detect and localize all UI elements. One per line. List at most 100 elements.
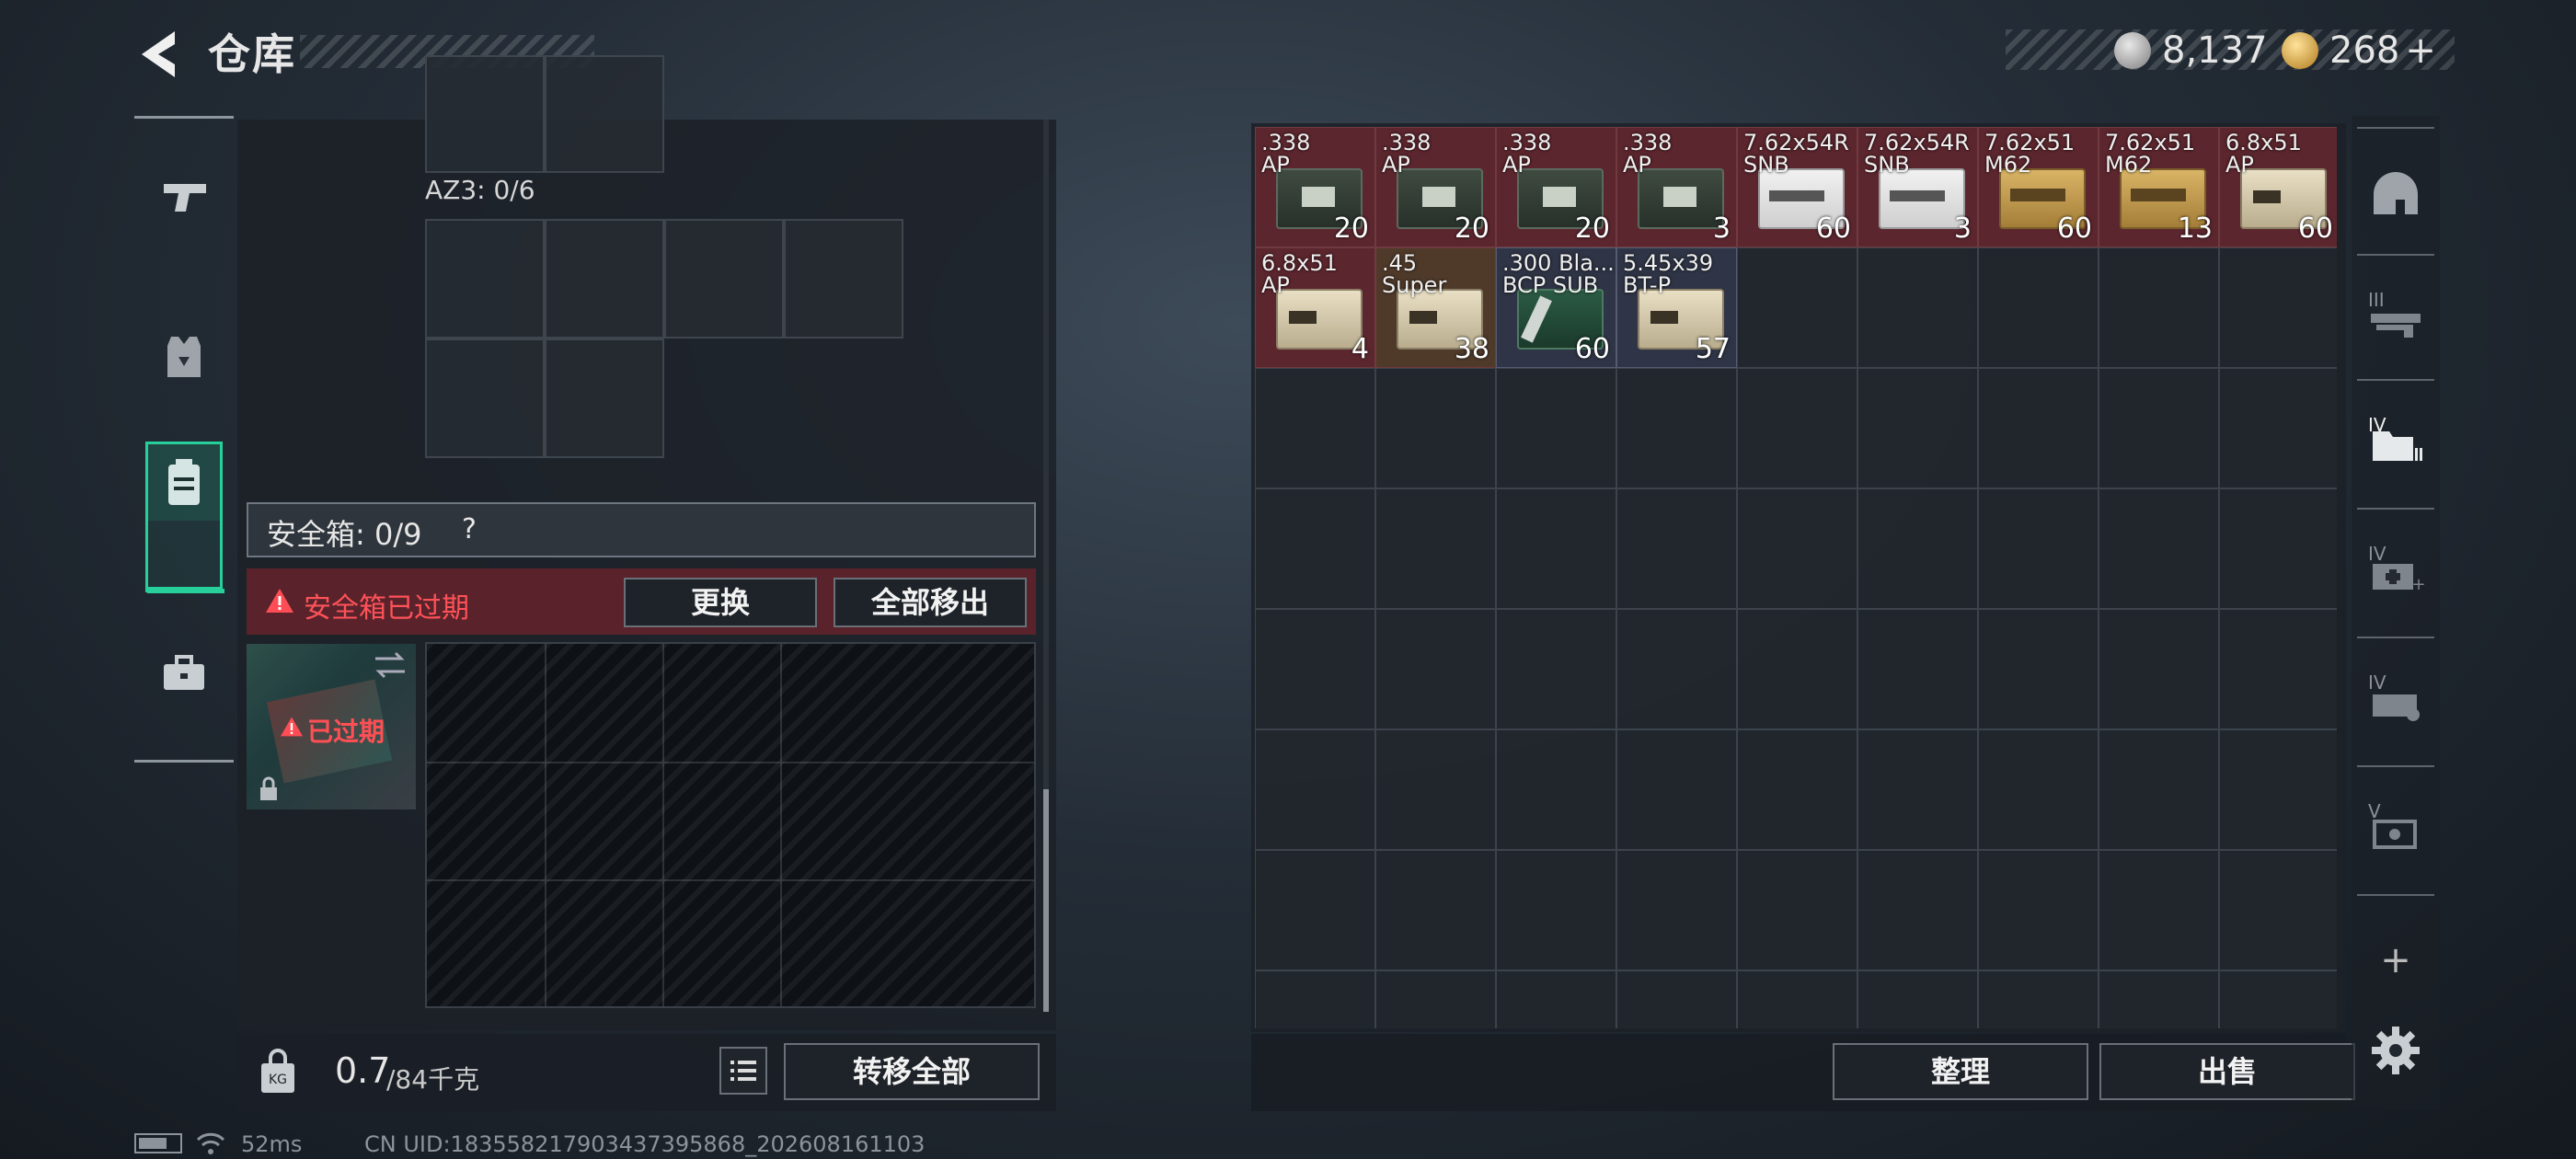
az3-slot[interactable]	[545, 339, 664, 458]
stash-slot[interactable]	[1255, 488, 1375, 609]
stash-slot[interactable]	[1255, 850, 1375, 970]
tab-tool-case[interactable]: IV	[2359, 664, 2432, 738]
stash-slot[interactable]	[1737, 488, 1857, 609]
stash-slot[interactable]	[1616, 850, 1737, 970]
stash-slot[interactable]	[1737, 729, 1857, 850]
loadout-scrollbar-thumb[interactable]	[1043, 789, 1049, 1012]
ammo-item[interactable]: 6.8x51 AP 4	[1255, 247, 1375, 368]
stash-slot[interactable]	[2099, 729, 2219, 850]
stash-slot[interactable]	[2099, 850, 2219, 970]
az3-slot[interactable]	[425, 339, 545, 458]
stash-slot[interactable]	[2219, 609, 2337, 729]
stash-slot[interactable]	[1978, 970, 2099, 1028]
stash-slot[interactable]	[2219, 729, 2337, 850]
gold-currency[interactable]: 268 +	[2282, 28, 2436, 74]
back-button[interactable]	[129, 24, 190, 85]
stash-slot[interactable]	[2219, 850, 2337, 970]
stash-slot[interactable]	[2099, 609, 2219, 729]
stash-slot[interactable]	[1616, 488, 1737, 609]
stash-slot[interactable]	[1737, 850, 1857, 970]
ammo-item[interactable]: .45 Super 38	[1375, 247, 1496, 368]
stash-slot[interactable]	[2099, 488, 2219, 609]
stash-slot[interactable]	[1616, 970, 1737, 1028]
stash-slot[interactable]	[1978, 488, 2099, 609]
ammo-item[interactable]: 7.62x54R SNB 3	[1857, 127, 1978, 247]
stash-slot[interactable]	[1978, 368, 2099, 488]
stash-slot[interactable]	[2219, 970, 2337, 1028]
stash-slot[interactable]	[1375, 850, 1496, 970]
stash-grid[interactable]: .338 AP 20.338 AP 20.338 AP 20.338 AP 3 7.62x…	[1255, 127, 2337, 1028]
tab-ammo-case[interactable]: V	[2359, 793, 2432, 866]
replace-button[interactable]: 更换	[624, 578, 817, 627]
stash-slot[interactable]	[2219, 247, 2337, 368]
ammo-item[interactable]: 7.62x51 M62 60	[1978, 127, 2099, 247]
stash-slot[interactable]	[1857, 247, 1978, 368]
stash-slot[interactable]	[1496, 850, 1616, 970]
transfer-all-button[interactable]: 转移全部	[784, 1043, 1040, 1100]
add-stash-page-button[interactable]: +	[2377, 942, 2414, 979]
ammo-item[interactable]: 7.62x54R SNB 60	[1737, 127, 1857, 247]
secure-box-grid[interactable]	[425, 642, 1036, 1008]
stash-slot[interactable]	[1978, 850, 2099, 970]
tab-weapons[interactable]	[145, 158, 223, 235]
stash-slot[interactable]	[1737, 970, 1857, 1028]
stash-slot[interactable]	[1255, 970, 1375, 1028]
stash-slot[interactable]	[1978, 729, 2099, 850]
add-currency-icon[interactable]: +	[2405, 29, 2436, 72]
stash-slot[interactable]	[1857, 850, 1978, 970]
stash-slot[interactable]	[2099, 970, 2219, 1028]
az3-slot[interactable]	[545, 219, 664, 339]
ammo-item[interactable]: .338 AP 20	[1255, 127, 1375, 247]
stash-slot[interactable]	[1857, 729, 1978, 850]
ammo-item[interactable]: 7.62x51 M62 13	[2099, 127, 2219, 247]
stash-slot[interactable]	[1255, 729, 1375, 850]
sell-button[interactable]: 出售	[2099, 1043, 2355, 1100]
stash-slot[interactable]	[1857, 609, 1978, 729]
stash-slot[interactable]	[1616, 609, 1737, 729]
stash-slot[interactable]	[1496, 729, 1616, 850]
stash-slot[interactable]	[1857, 368, 1978, 488]
stash-slot[interactable]	[1616, 368, 1737, 488]
stash-slot[interactable]	[1375, 368, 1496, 488]
az3-slot[interactable]	[664, 219, 784, 339]
stash-slot[interactable]	[2219, 488, 2337, 609]
stash-slot[interactable]	[2219, 368, 2337, 488]
grid-slot[interactable]	[545, 55, 664, 173]
stash-slot[interactable]	[1857, 970, 1978, 1028]
stash-slot[interactable]	[2099, 247, 2219, 368]
ammo-item[interactable]: .338 AP 20	[1375, 127, 1496, 247]
stash-slot[interactable]	[1496, 488, 1616, 609]
stash-slot[interactable]	[2099, 368, 2219, 488]
tab-weapon-shelf[interactable]: III	[2359, 281, 2432, 355]
stash-slot[interactable]	[1737, 368, 1857, 488]
ammo-item[interactable]: .300 Bla... BCP SUB 60	[1496, 247, 1616, 368]
stash-slot[interactable]	[1978, 247, 2099, 368]
tab-folder-cabinet[interactable]: IV	[2359, 407, 2432, 480]
ammo-item[interactable]: .338 AP 3	[1616, 127, 1737, 247]
help-icon[interactable]: ?	[451, 511, 488, 548]
stash-slot[interactable]	[1375, 729, 1496, 850]
stash-slot[interactable]	[1496, 368, 1616, 488]
tab-armor[interactable]	[145, 318, 223, 396]
list-view-button[interactable]	[719, 1047, 767, 1095]
stash-slot[interactable]	[1496, 970, 1616, 1028]
grid-slot[interactable]	[425, 55, 545, 173]
stash-slot[interactable]	[1255, 609, 1375, 729]
sort-button[interactable]: 整理	[1833, 1043, 2088, 1100]
az3-slot[interactable]	[784, 219, 903, 339]
ammo-item[interactable]: 5.45x39 BT-P 57	[1616, 247, 1737, 368]
ammo-item[interactable]: 6.8x51 AP 60	[2219, 127, 2337, 247]
stash-slot[interactable]	[1255, 368, 1375, 488]
stash-slot[interactable]	[1375, 970, 1496, 1028]
stash-slot[interactable]	[1616, 729, 1737, 850]
tab-toolbox[interactable]	[145, 635, 223, 712]
stash-slot[interactable]	[1737, 609, 1857, 729]
stash-slot[interactable]	[1857, 488, 1978, 609]
ammo-item[interactable]: .338 AP 20	[1496, 127, 1616, 247]
stash-slot[interactable]	[1375, 609, 1496, 729]
settings-button[interactable]	[2368, 1023, 2423, 1078]
stash-slot[interactable]	[1375, 488, 1496, 609]
stash-slot[interactable]	[1978, 609, 2099, 729]
az3-slot[interactable]	[425, 219, 545, 339]
tab-medical-case[interactable]: IV +	[2359, 535, 2432, 609]
